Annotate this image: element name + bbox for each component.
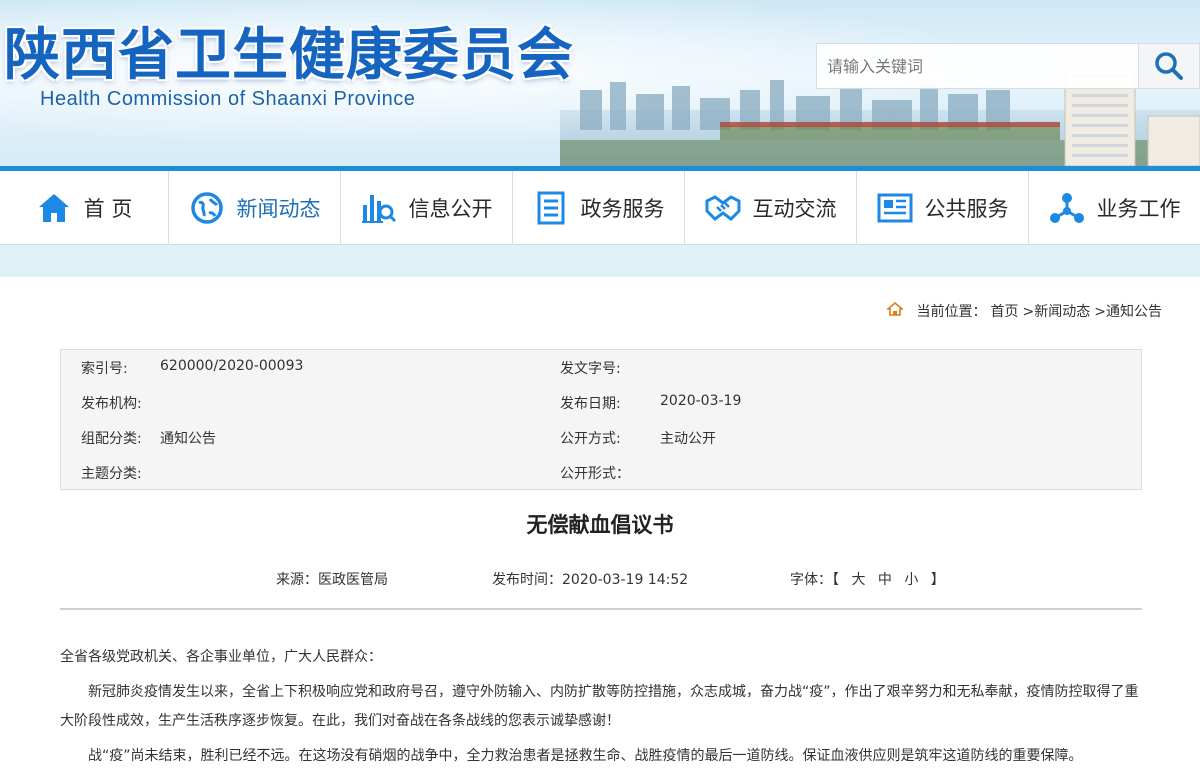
breadcrumb: 当前位置： 首页 >新闻动态 >通知公告 [885, 301, 1166, 321]
location-home-icon [885, 301, 904, 320]
meta-index-value: 620000/2020-00093 [160, 358, 304, 374]
newspaper-icon [877, 190, 913, 226]
nav-item-business-work[interactable]: 业务工作 [1029, 171, 1200, 245]
search-box [816, 43, 1138, 89]
nav-item-home[interactable]: 首 页 [0, 171, 169, 245]
nav-item-info-disclosure[interactable]: 信息公开 [341, 171, 513, 245]
meta-open-mode-value: 主动公开 [660, 431, 716, 447]
meta-open-mode-label: 公开方式: [560, 431, 621, 447]
nav-item-news[interactable]: 新闻动态 [169, 171, 341, 245]
nav-item-gov-services[interactable]: 政务服务 [513, 171, 685, 245]
article-body: 全省各级党政机关、各企事业单位，广大人民群众： 新冠肺炎疫情发生以来，全省上下积… [60, 643, 1142, 771]
font-size-control: 字体：【 大 中 小 】 [790, 569, 949, 589]
main-content: 当前位置： 首页 >新闻动态 >通知公告 索引号: 620000/2020-00… [0, 277, 1200, 771]
nav-item-public-services[interactable]: 公共服务 [857, 171, 1029, 245]
meta-date-value: 2020-03-19 [660, 393, 742, 409]
chart-search-icon [361, 190, 397, 226]
breadcrumb-link-notices[interactable]: >通知公告 [1094, 301, 1162, 321]
nav-label: 公共服务 [924, 197, 1009, 221]
font-size-options[interactable]: 【 大 中 小 】 [832, 572, 949, 588]
search-button[interactable] [1138, 43, 1200, 89]
nav-label: 业务工作 [1096, 197, 1181, 221]
title-divider [60, 608, 1142, 610]
article-title: 无偿献血倡议书 [526, 513, 674, 537]
document-icon [533, 190, 569, 226]
handshake-icon [705, 190, 741, 226]
meta-doc-no-label: 发文字号: [560, 361, 621, 377]
meta-topic-label: 主题分类: [81, 466, 142, 482]
meta-org-label: 发布机构: [81, 396, 142, 412]
search-input[interactable] [817, 44, 1138, 88]
article-source: 来源：医政医管局 [276, 572, 388, 588]
meta-category-value: 通知公告 [160, 431, 216, 447]
network-icon [1049, 190, 1085, 226]
meta-open-form-label: 公开形式： [560, 466, 630, 482]
article-publish-time: 发布时间：2020-03-19 14:52 [492, 572, 689, 588]
search-icon [1155, 52, 1183, 80]
document-metadata-table: 索引号: 620000/2020-00093 发文字号: 发布机构: 发布日期:… [60, 349, 1142, 490]
breadcrumb-prefix: 当前位置： [916, 304, 987, 320]
main-nav: 首 页 新闻动态 信息公开 政务服务 互动交流 公共服务 业务工作 [0, 171, 1200, 245]
home-icon [36, 190, 72, 226]
article-paragraph: 战“疫”尚未结束，胜利已经不远。在这场没有硝烟的战争中，全力救治患者是拯救生命、… [88, 748, 1083, 764]
font-size-label: 字体： [790, 572, 832, 588]
meta-index-label: 索引号: [81, 361, 128, 377]
nav-label: 新闻动态 [236, 197, 321, 221]
article-salutation: 全省各级党政机关、各企事业单位，广大人民群众： [60, 649, 382, 665]
nav-label: 信息公开 [408, 197, 493, 221]
meta-category-label: 组配分类: [81, 431, 142, 447]
meta-date-label: 发布日期: [560, 396, 621, 412]
breadcrumb-link-news[interactable]: >新闻动态 [1023, 301, 1091, 321]
globe-icon [189, 190, 225, 226]
site-title-cn: 陕西省卫生健康委员会 [4, 22, 574, 88]
nav-item-interaction[interactable]: 互动交流 [685, 171, 857, 245]
nav-label: 首 页 [83, 197, 133, 221]
article-paragraph: 新冠肺炎疫情发生以来，全省上下积极响应党和政府号召，遵守外防输入、内防扩散等防控… [60, 684, 1139, 729]
site-title-en: Health Commission of Shaanxi Province [40, 88, 416, 110]
breadcrumb-link-home[interactable]: 首页 [991, 301, 1019, 321]
nav-label: 互动交流 [752, 197, 837, 221]
nav-label: 政务服务 [580, 197, 665, 221]
